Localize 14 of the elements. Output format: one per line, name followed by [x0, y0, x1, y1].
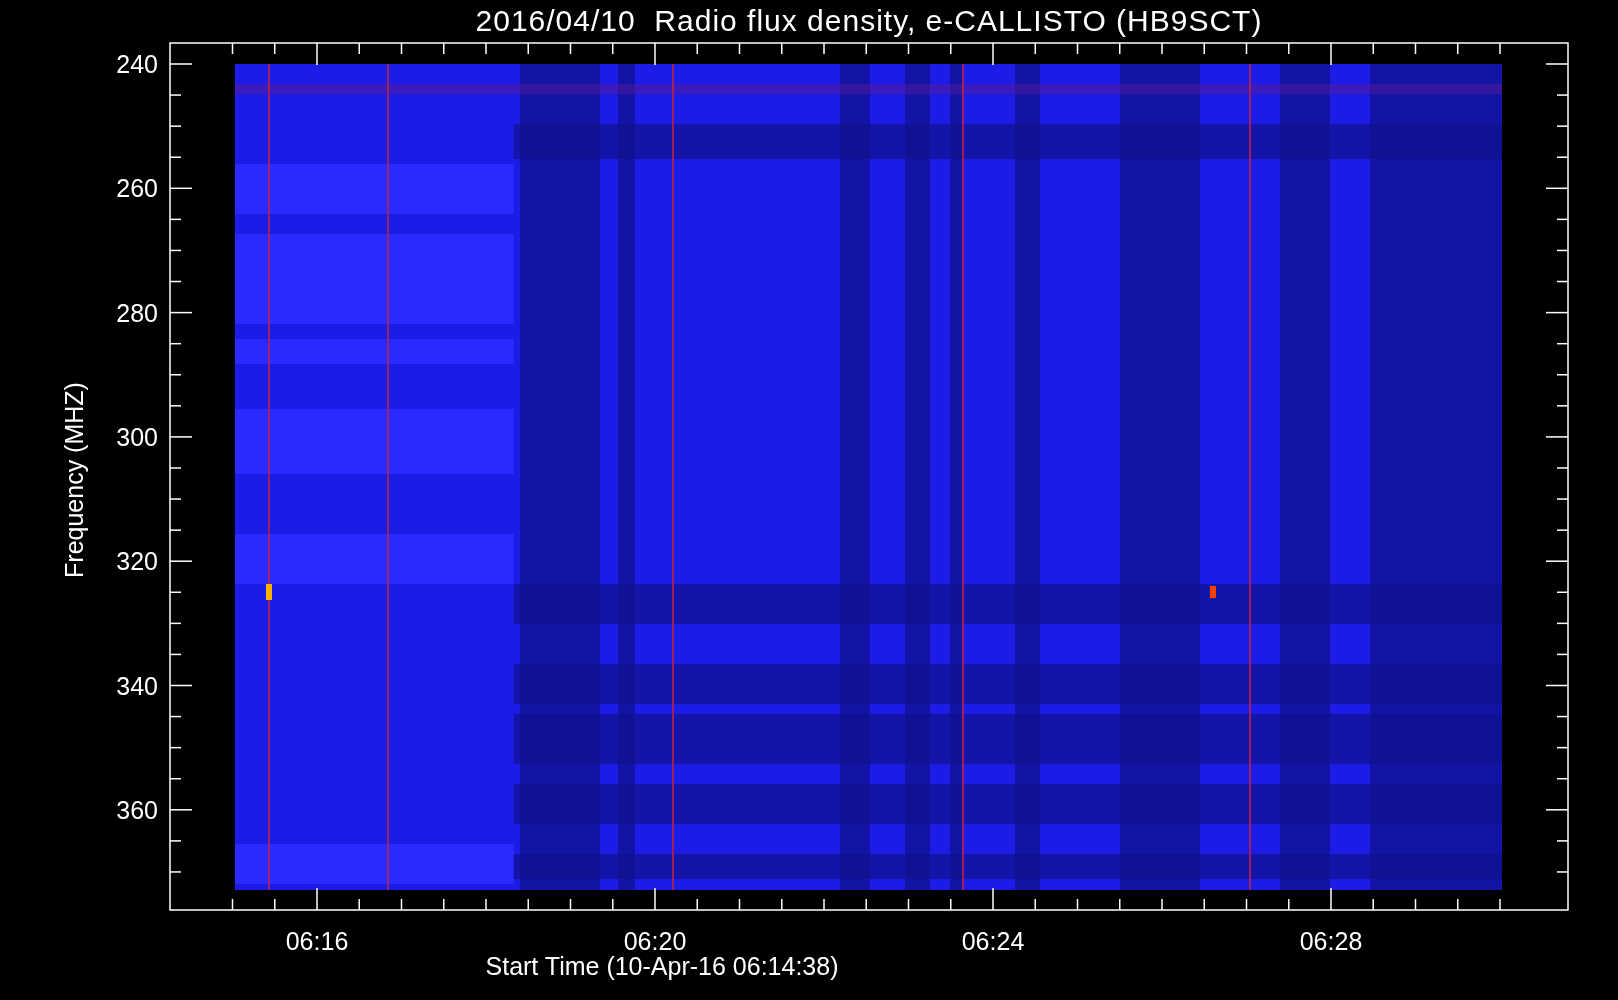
y-axis-label: Frequency (MHZ) [60, 382, 88, 578]
y-tick-label: 260 [116, 174, 158, 203]
x-tick-label: 06:16 [285, 927, 349, 955]
chart-title: 2016/04/10 Radio flux density, e-CALLISTO (HB9SCT) [475, 4, 1263, 37]
x-tick-label: 06:28 [1299, 927, 1363, 955]
y-tick-label: 240 [116, 50, 158, 78]
y-tick-label: 280 [116, 298, 158, 327]
y-tick-label: 340 [116, 671, 158, 700]
y-tick-label: 320 [116, 547, 158, 576]
x-tick-label: 06:24 [961, 927, 1025, 955]
y-tick-label: 360 [116, 795, 158, 824]
x-tick-label: 06:20 [623, 927, 687, 955]
x-axis-label: Start Time (10-Apr-16 06:14:38) [485, 952, 839, 980]
y-tick-label: 300 [116, 422, 158, 451]
